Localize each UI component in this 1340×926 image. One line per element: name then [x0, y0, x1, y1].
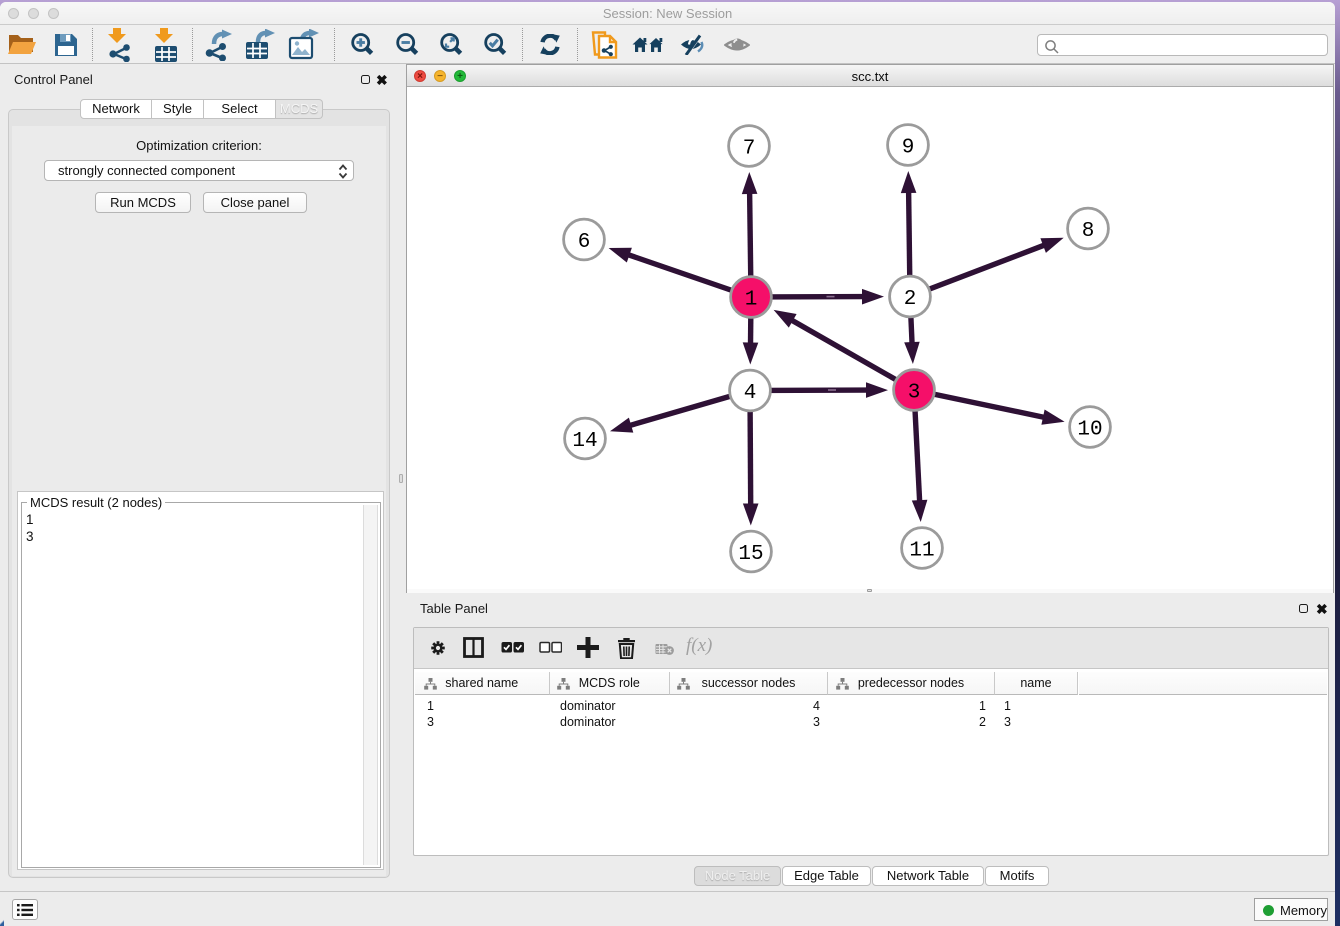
svg-text:14: 14 — [572, 430, 597, 453]
svg-text:4: 4 — [744, 382, 757, 405]
svg-text:1: 1 — [745, 288, 758, 311]
svg-text:7: 7 — [743, 137, 756, 160]
svg-text:10: 10 — [1077, 418, 1102, 441]
svg-text:6: 6 — [578, 231, 591, 254]
svg-text:2: 2 — [904, 288, 917, 311]
svg-text:15: 15 — [738, 543, 763, 566]
svg-text:9: 9 — [902, 136, 915, 159]
svg-text:11: 11 — [909, 539, 934, 562]
svg-text:8: 8 — [1082, 220, 1095, 243]
svg-text:3: 3 — [908, 381, 921, 404]
